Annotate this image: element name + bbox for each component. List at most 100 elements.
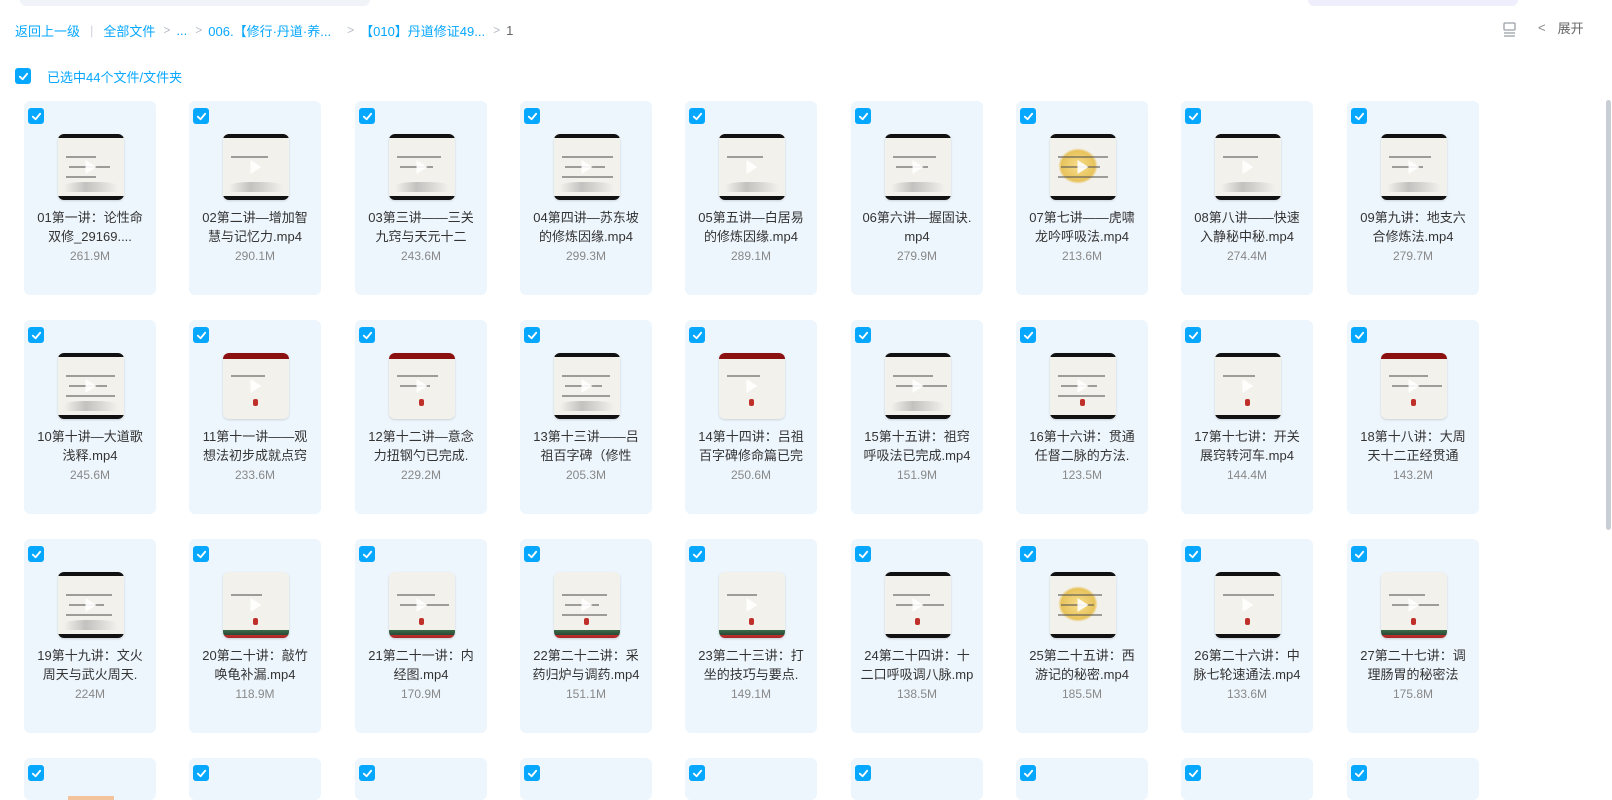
video-thumbnail[interactable]	[885, 572, 951, 638]
file-checkbox[interactable]	[193, 108, 209, 124]
video-thumbnail[interactable]	[1050, 572, 1116, 638]
file-tile[interactable]	[851, 758, 983, 800]
file-checkbox[interactable]	[1020, 108, 1036, 124]
file-checkbox[interactable]	[193, 765, 209, 781]
file-checkbox[interactable]	[855, 765, 871, 781]
file-checkbox[interactable]	[524, 765, 540, 781]
video-thumbnail[interactable]	[885, 353, 951, 419]
file-checkbox[interactable]	[524, 108, 540, 124]
file-tile[interactable]: 15第十五讲：祖窍呼吸法已完成.mp4 151.9M	[851, 320, 983, 514]
video-thumbnail[interactable]	[1215, 134, 1281, 200]
file-checkbox[interactable]	[689, 546, 705, 562]
file-tile[interactable]: 23第二十三讲：打坐的技巧与要点. 149.1M	[685, 539, 817, 733]
file-tile[interactable]: 11第十一讲——观想法初步成就点窍 233.6M	[189, 320, 321, 514]
file-tile[interactable]	[685, 758, 817, 800]
file-tile[interactable]: 21第二十一讲：内经图.mp4 170.9M	[355, 539, 487, 733]
file-checkbox[interactable]	[855, 108, 871, 124]
video-thumbnail[interactable]	[58, 572, 124, 638]
video-thumbnail[interactable]	[554, 134, 620, 200]
file-tile[interactable]	[355, 758, 487, 800]
file-checkbox[interactable]	[1020, 327, 1036, 343]
file-checkbox[interactable]	[28, 546, 44, 562]
video-thumbnail[interactable]	[223, 134, 289, 200]
file-tile[interactable]: 07第七讲——虎啸龙吟呼吸法.mp4 213.6M	[1016, 101, 1148, 295]
video-thumbnail[interactable]	[389, 572, 455, 638]
file-checkbox[interactable]	[1185, 765, 1201, 781]
file-tile[interactable]: 24第二十四讲：十二口呼吸调八脉.mp4 138.5M	[851, 539, 983, 733]
file-checkbox[interactable]	[1020, 546, 1036, 562]
file-checkbox[interactable]	[1351, 108, 1367, 124]
file-checkbox[interactable]	[1185, 108, 1201, 124]
video-thumbnail[interactable]	[389, 353, 455, 419]
video-thumbnail[interactable]	[554, 353, 620, 419]
file-tile[interactable]: 20第二十讲：敲竹唤龟补漏.mp4 118.9M	[189, 539, 321, 733]
file-tile[interactable]	[24, 758, 156, 800]
video-thumbnail[interactable]	[719, 353, 785, 419]
video-thumbnail[interactable]	[554, 572, 620, 638]
file-checkbox[interactable]	[28, 327, 44, 343]
video-thumbnail[interactable]	[1215, 572, 1281, 638]
file-checkbox[interactable]	[855, 327, 871, 343]
file-tile[interactable]: 27第二十七讲：调理肠胃的秘密法 175.8M	[1347, 539, 1479, 733]
file-tile[interactable]	[189, 758, 321, 800]
file-tile[interactable]: 04第四讲—苏东坡的修炼因缘.mp4 299.3M	[520, 101, 652, 295]
file-tile[interactable]: 22第二十二讲：采药归炉与调药.mp4 151.1M	[520, 539, 652, 733]
file-tile[interactable]: 17第十七讲：开关展窍转河车.mp4 144.4M	[1181, 320, 1313, 514]
file-tile[interactable]: 08第八讲——快速入静秘中秘.mp4 274.4M	[1181, 101, 1313, 295]
video-thumbnail[interactable]	[1381, 572, 1447, 638]
vertical-scrollbar[interactable]	[1606, 100, 1611, 530]
file-tile[interactable]: 25第二十五讲：西游记的秘密.mp4 185.5M	[1016, 539, 1148, 733]
file-checkbox[interactable]	[359, 765, 375, 781]
file-tile[interactable]: 18第十八讲：大周天十二正经贯通 143.2M	[1347, 320, 1479, 514]
file-tile[interactable]: 06第六讲—握固诀.mp4 279.9M	[851, 101, 983, 295]
file-tile[interactable]	[1016, 758, 1148, 800]
file-tile[interactable]: 03第三讲——三关九窍与天元十二 243.6M	[355, 101, 487, 295]
video-thumbnail[interactable]	[885, 134, 951, 200]
file-checkbox[interactable]	[689, 327, 705, 343]
video-thumbnail[interactable]	[1050, 353, 1116, 419]
file-checkbox[interactable]	[855, 546, 871, 562]
file-tile[interactable]: 14第十四讲：吕祖百字碑修命篇已完 250.6M	[685, 320, 817, 514]
file-checkbox[interactable]	[689, 765, 705, 781]
file-checkbox[interactable]	[28, 765, 44, 781]
video-thumbnail[interactable]	[223, 353, 289, 419]
file-checkbox[interactable]	[1351, 546, 1367, 562]
video-thumbnail[interactable]	[58, 134, 124, 200]
file-checkbox[interactable]	[28, 108, 44, 124]
file-tile[interactable]	[1347, 758, 1479, 800]
video-thumbnail[interactable]	[1215, 353, 1281, 419]
file-tile[interactable]: 19第十九讲：文火周天与武火周天. 224M	[24, 539, 156, 733]
file-tile[interactable]: 26第二十六讲：中脉七轮速通法.mp4 133.6M	[1181, 539, 1313, 733]
video-thumbnail[interactable]	[1050, 134, 1116, 200]
file-checkbox[interactable]	[524, 546, 540, 562]
video-thumbnail[interactable]	[719, 572, 785, 638]
file-tile[interactable]: 05第五讲—白居易的修炼因缘.mp4 289.1M	[685, 101, 817, 295]
file-checkbox[interactable]	[689, 108, 705, 124]
file-tile[interactable]: 02第二讲—增加智慧与记忆力.mp4 290.1M	[189, 101, 321, 295]
file-checkbox[interactable]	[1351, 327, 1367, 343]
file-tile[interactable]	[520, 758, 652, 800]
file-tile[interactable]: 09第九讲：地支六合修炼法.mp4 279.7M	[1347, 101, 1479, 295]
file-tile[interactable]: 13第十三讲——吕祖百字碑（修性 205.3M	[520, 320, 652, 514]
file-checkbox[interactable]	[193, 546, 209, 562]
file-checkbox[interactable]	[1351, 765, 1367, 781]
file-tile[interactable]: 16第十六讲：贯通任督二脉的方法. 123.5M	[1016, 320, 1148, 514]
file-checkbox[interactable]	[1185, 546, 1201, 562]
file-checkbox[interactable]	[524, 327, 540, 343]
video-thumbnail[interactable]	[1381, 353, 1447, 419]
file-checkbox[interactable]	[1020, 765, 1036, 781]
file-checkbox[interactable]	[193, 327, 209, 343]
file-tile[interactable]: 01第一讲：论性命双修_29169.... 261.9M	[24, 101, 156, 295]
file-checkbox[interactable]	[359, 546, 375, 562]
file-tile[interactable]	[1181, 758, 1313, 800]
video-thumbnail[interactable]	[1381, 134, 1447, 200]
file-tile[interactable]: 12第十二讲—意念力扭钢勺已完成. 229.2M	[355, 320, 487, 514]
video-thumbnail[interactable]	[58, 353, 124, 419]
file-tile[interactable]: 10第十讲—大道歌浅释.mp4 245.6M	[24, 320, 156, 514]
video-thumbnail[interactable]	[68, 796, 114, 800]
video-thumbnail[interactable]	[223, 572, 289, 638]
file-checkbox[interactable]	[1185, 327, 1201, 343]
file-checkbox[interactable]	[359, 108, 375, 124]
video-thumbnail[interactable]	[719, 134, 785, 200]
file-checkbox[interactable]	[359, 327, 375, 343]
